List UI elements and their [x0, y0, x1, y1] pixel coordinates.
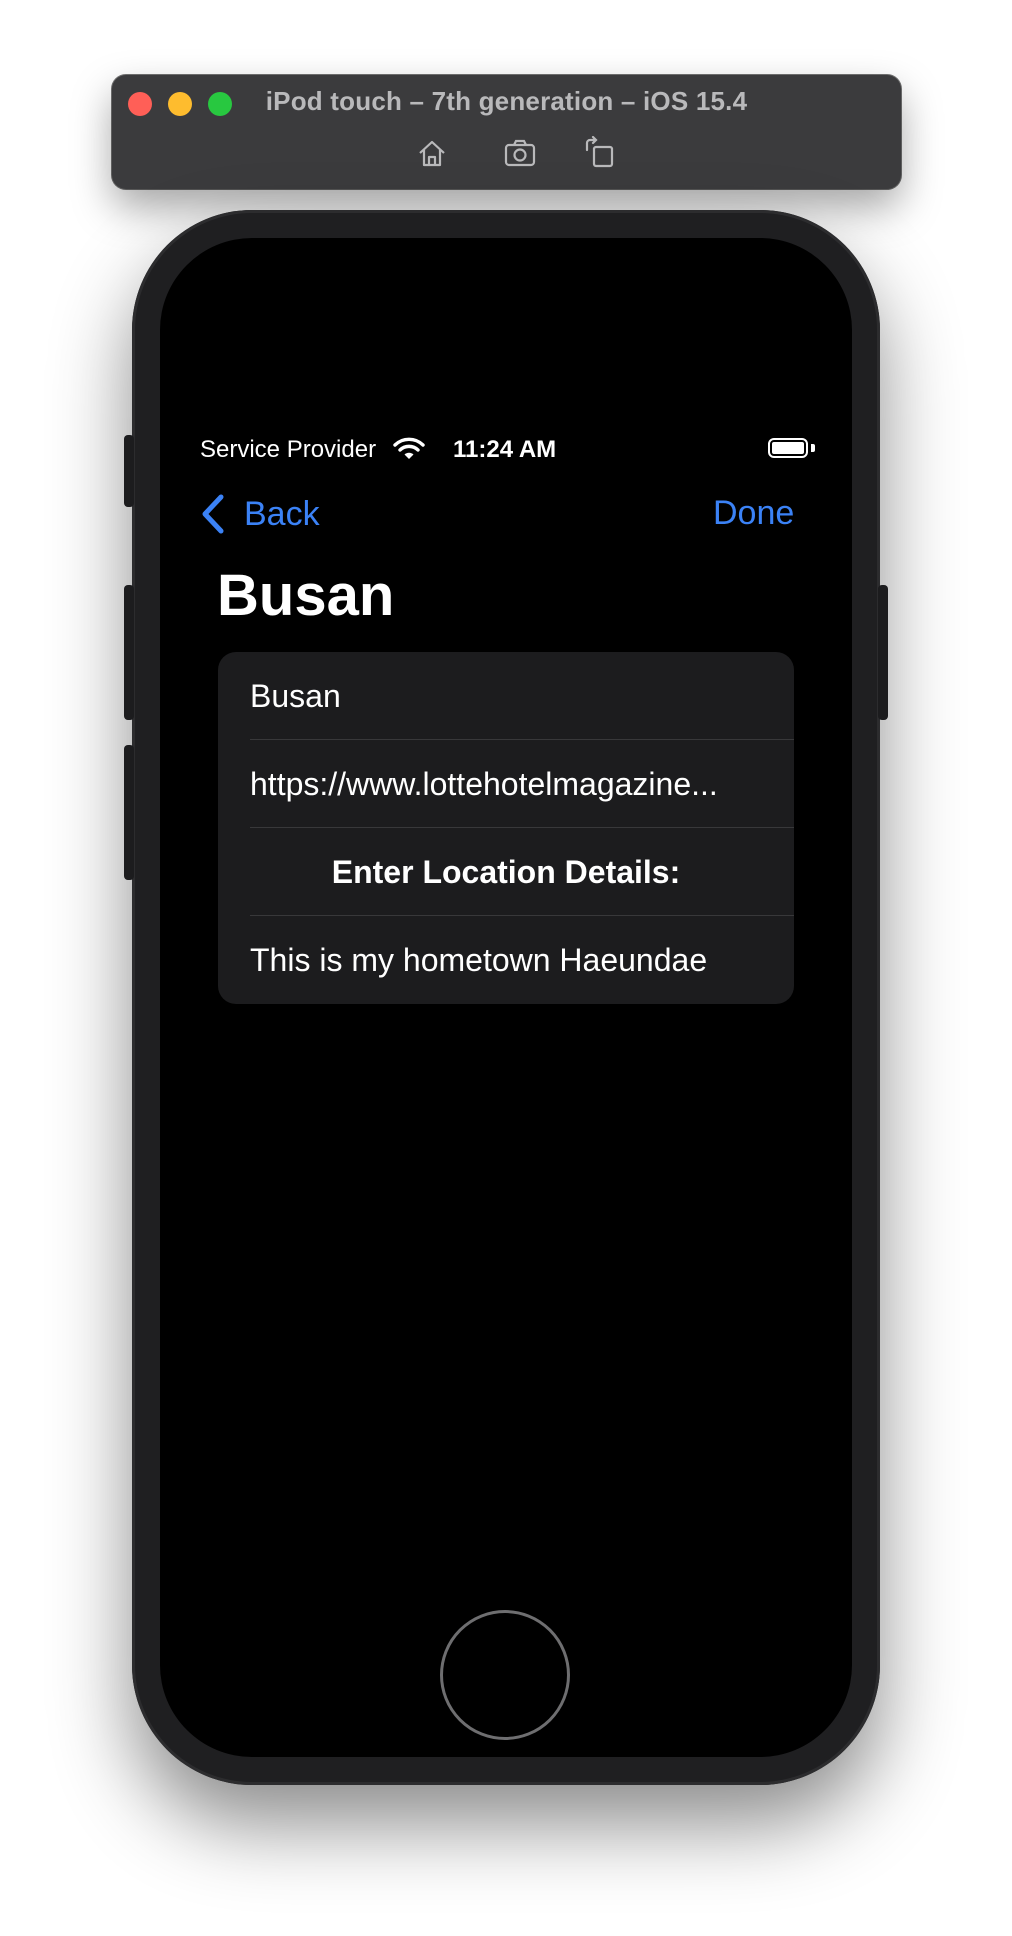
done-button[interactable]: Done [713, 494, 794, 533]
name-field-value: Busan [250, 677, 341, 714]
name-field[interactable]: Busan [218, 652, 794, 740]
power-button [878, 585, 888, 720]
simulator-title: iPod touch – 7th generation – iOS 15.4 [265, 86, 748, 116]
back-button[interactable]: Back [200, 490, 320, 538]
carrier-label: Service Provider [200, 436, 377, 463]
details-header-label: Enter Location Details: [331, 853, 681, 890]
battery-cap [811, 444, 815, 452]
details-section-header: Enter Location Details: [218, 828, 794, 916]
details-field[interactable]: This is my hometown Haeundae [218, 916, 794, 1004]
screenshot-icon[interactable] [503, 136, 537, 170]
url-field-value: https://www.lottehotelmagazine... [250, 765, 718, 802]
rotate-icon[interactable] [583, 135, 617, 170]
details-field-value: This is my hometown Haeundae [250, 941, 708, 978]
chevron-left-icon [202, 494, 224, 534]
mute-switch [124, 435, 134, 507]
home-icon[interactable] [415, 136, 449, 170]
page-title: Busan [217, 563, 395, 628]
home-button[interactable] [440, 1610, 570, 1740]
volume-up-button [124, 585, 134, 720]
back-button-label: Back [244, 494, 320, 533]
location-form: Busan https://www.lottehotelmagazine... … [218, 652, 794, 1004]
url-field[interactable]: https://www.lottehotelmagazine... [218, 740, 794, 828]
status-time: 11:24 AM [453, 436, 557, 463]
wifi-icon [393, 436, 425, 462]
volume-down-button [124, 745, 134, 880]
battery-icon [768, 438, 808, 458]
